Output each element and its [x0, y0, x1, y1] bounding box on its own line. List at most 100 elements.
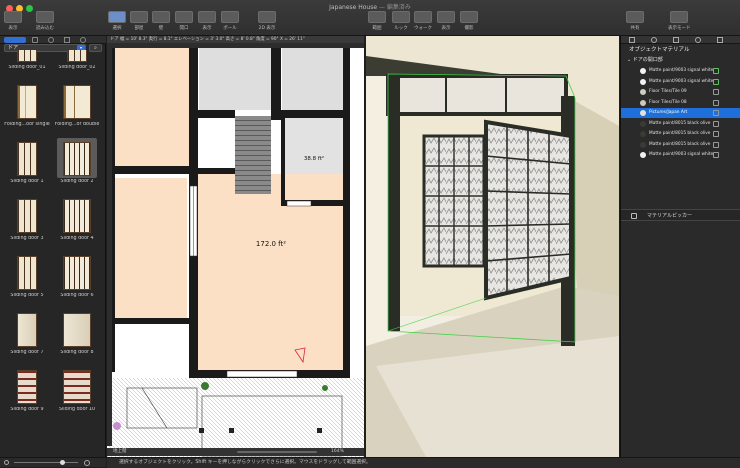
- toolbar-button-center-2[interactable]: 壁: [152, 11, 170, 31]
- plan-view[interactable]: 38.8 ft² 172.0 ft²: [107, 36, 364, 457]
- material-picker-label: マテリアルピッカー: [647, 213, 692, 219]
- material-options-icon[interactable]: [713, 78, 719, 85]
- library-item[interactable]: Sliding door 10: [53, 364, 101, 420]
- toolbar-button-center-0[interactable]: 選択: [108, 11, 126, 31]
- toolbar-button-label: 表示: [202, 26, 212, 31]
- material-row[interactable]: Matte paint/9003 signal white: [621, 150, 740, 160]
- 3d-view[interactable]: [366, 36, 619, 457]
- wall-icon: [152, 11, 170, 23]
- toolbar-button-center-5[interactable]: ポール: [221, 11, 239, 31]
- tab-object-icon[interactable]: [629, 37, 635, 43]
- library-item-label: Sliding door 4: [60, 236, 94, 241]
- material-options-icon[interactable]: [713, 99, 719, 106]
- tab-settings-icon[interactable]: [717, 37, 723, 43]
- toolbar-button-label: ポール: [223, 26, 237, 31]
- material-row[interactable]: Matte paint/8015 black olive: [621, 119, 740, 129]
- toolbar-button-label: ルック: [394, 26, 408, 31]
- toolbar-button-center-4[interactable]: 表示: [198, 11, 216, 31]
- toolbar-button-center-3[interactable]: 開口: [175, 11, 193, 31]
- room-upper-left: [115, 48, 190, 166]
- toolbar-button-right-0[interactable]: 共有: [626, 11, 644, 31]
- plan-scrollbar[interactable]: [237, 451, 317, 453]
- library-item[interactable]: Sliding door_02: [53, 50, 101, 78]
- plan-info-text: ドア 幅 = 10' 8.3" 奥行 = 8.1" エレベーション = 3' 3…: [110, 37, 305, 42]
- material-row[interactable]: Matte paint/8015 black olive: [621, 140, 740, 150]
- library-tab-objects[interactable]: [4, 37, 26, 43]
- library-item[interactable]: Sliding door 2: [53, 136, 101, 192]
- toolbar-button-left-0[interactable]: 表示: [4, 11, 22, 31]
- library-item[interactable]: Sliding door 6: [53, 250, 101, 306]
- window-title: Japanese House — 編集済み: [0, 2, 740, 11]
- toolbar-button-view3d-4[interactable]: 撮影: [460, 11, 478, 31]
- level-selector[interactable]: 地上階: [113, 449, 127, 454]
- library-tab-materials[interactable]: [64, 37, 70, 43]
- zoom-out-icon[interactable]: [4, 460, 9, 465]
- opening-icon: [175, 11, 193, 23]
- tab-light-icon[interactable]: [695, 37, 701, 43]
- eyedropper-icon[interactable]: [631, 213, 637, 219]
- library-item[interactable]: Sliding door 9: [3, 364, 51, 420]
- toolbar-button-center-6[interactable]: 2D 表示: [258, 11, 276, 31]
- library-item[interactable]: Sliding door 5: [3, 250, 51, 306]
- library-item-label: Sliding door 7: [10, 350, 44, 355]
- library-item[interactable]: Sliding door 3: [3, 193, 51, 249]
- toolbar-button-view3d-1[interactable]: ルック: [392, 11, 410, 31]
- library-tab-favorites[interactable]: [48, 37, 54, 43]
- toolbar-button-view3d-3[interactable]: 表示: [437, 11, 455, 31]
- door-icon: [17, 313, 37, 347]
- toolbar-button-left-1[interactable]: 読み込む: [36, 11, 54, 31]
- material-row[interactable]: Matte paint/8015 black olive: [621, 129, 740, 139]
- toolbar-button-label: 壁: [158, 26, 164, 31]
- library-item[interactable]: Sliding door 1: [3, 136, 51, 192]
- tab-camera-icon[interactable]: [673, 37, 679, 43]
- material-row[interactable]: Pictures/Japan Art: [621, 108, 740, 118]
- library-item-label: Sliding door 2: [60, 179, 94, 184]
- toolbar-button-right-1[interactable]: 表示モード: [668, 11, 691, 31]
- library-item-label: Sliding door 3: [10, 236, 44, 241]
- library-item[interactable]: Folding...oor single: [3, 79, 51, 135]
- material-swatch: [640, 141, 646, 148]
- material-row[interactable]: Matte paint/9003 signal white: [621, 77, 740, 87]
- library-item[interactable]: Sliding door 4: [53, 193, 101, 249]
- material-row[interactable]: Matte paint/9003 signal white: [621, 66, 740, 76]
- tab-paint-icon[interactable]: [651, 37, 657, 43]
- left-wall: [366, 76, 391, 346]
- material-row[interactable]: Floor Tiles/Tile 09: [621, 87, 740, 97]
- toolbar-button-center-1[interactable]: 部屋: [130, 11, 148, 31]
- 3d-scene[interactable]: [366, 36, 619, 457]
- door-icon: [17, 256, 37, 290]
- slider-knob[interactable]: [60, 460, 65, 465]
- library-tab-list[interactable]: [32, 37, 38, 43]
- inspector-tabs: [621, 36, 740, 44]
- material-options-icon[interactable]: [713, 131, 719, 137]
- library-item[interactable]: Folding...or double: [53, 79, 101, 135]
- door-icon: [67, 50, 87, 62]
- zoom-in-icon[interactable]: [84, 460, 90, 466]
- door-small-room: [286, 200, 312, 207]
- material-options-icon[interactable]: [713, 152, 719, 158]
- room-large-area: 172.0 ft²: [256, 240, 286, 248]
- display-icon: [198, 11, 216, 23]
- library-item[interactable]: Sliding door 7: [3, 307, 51, 363]
- material-options-icon[interactable]: [713, 120, 719, 127]
- library-item[interactable]: Sliding door 8: [53, 307, 101, 363]
- library-item[interactable]: Sliding door_01: [3, 50, 51, 78]
- floor-plan[interactable]: 38.8 ft² 172.0 ft²: [107, 36, 364, 457]
- material-swatch: [640, 131, 646, 137]
- material-options-icon[interactable]: [713, 141, 719, 148]
- toolbar-button-label: 撮影: [464, 26, 474, 31]
- toolbar-button-label: 選択: [112, 26, 122, 31]
- door-icon: [63, 142, 91, 176]
- section-header[interactable]: ⌄ ドアの開口部: [627, 56, 663, 63]
- material-row[interactable]: Floor Tiles/Tile 08: [621, 98, 740, 108]
- material-picker-row[interactable]: マテリアルピッカー: [621, 209, 740, 221]
- library-tab-settings[interactable]: [80, 37, 86, 43]
- door-icon: [63, 313, 91, 347]
- thumbnail-size-slider[interactable]: [14, 462, 78, 463]
- material-options-icon[interactable]: [713, 68, 719, 74]
- material-options-icon[interactable]: [713, 89, 719, 95]
- material-options-icon[interactable]: [713, 110, 719, 116]
- toolbar-button-view3d-2[interactable]: ウォーク: [414, 11, 432, 31]
- toolbar-button-view3d-0[interactable]: 範囲: [368, 11, 386, 31]
- display3d-icon: [437, 11, 455, 23]
